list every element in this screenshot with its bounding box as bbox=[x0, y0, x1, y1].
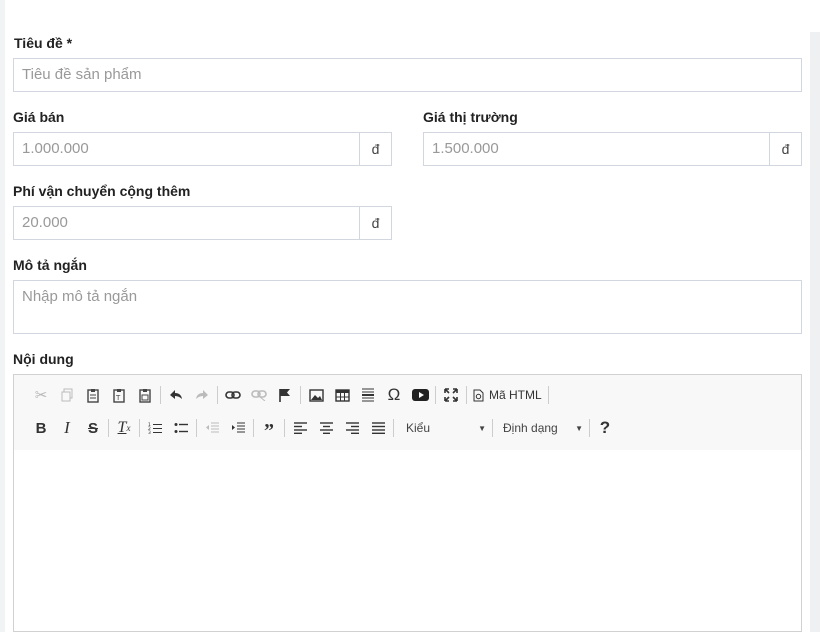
help-icon[interactable]: ? bbox=[592, 416, 618, 440]
indent-icon[interactable] bbox=[225, 416, 251, 440]
toolbar-row-1: ✂ T Ω Mã HTML bbox=[28, 383, 551, 407]
source-button[interactable]: Mã HTML bbox=[469, 383, 546, 407]
bulleted-list-icon[interactable] bbox=[168, 416, 194, 440]
editor-toolbar: ✂ T Ω Mã HTML B I S T x 1 2 3 ” Kiểu ▼ Đ… bbox=[14, 375, 801, 451]
maximize-icon[interactable] bbox=[438, 383, 464, 407]
link-icon[interactable] bbox=[220, 383, 246, 407]
market-price-input-group: 1.500.000 đ bbox=[423, 132, 802, 166]
toolbar-separator bbox=[253, 419, 254, 437]
toolbar-separator bbox=[435, 386, 436, 404]
align-left-icon[interactable] bbox=[287, 416, 313, 440]
unlink-icon[interactable] bbox=[246, 383, 272, 407]
toolbar-separator bbox=[108, 419, 109, 437]
image-icon[interactable] bbox=[303, 383, 329, 407]
align-right-icon[interactable] bbox=[339, 416, 365, 440]
price-input-group: 1.000.000 đ bbox=[13, 132, 392, 166]
shipping-input-group: 20.000 đ bbox=[13, 206, 392, 240]
cut-icon[interactable]: ✂ bbox=[28, 383, 54, 407]
toolbar-separator bbox=[160, 386, 161, 404]
toolbar-separator bbox=[139, 419, 140, 437]
toolbar-separator bbox=[393, 419, 394, 437]
styles-label: Kiểu bbox=[406, 421, 431, 435]
rich-text-editor: ✂ T Ω Mã HTML B I S T x 1 2 3 ” Kiểu ▼ Đ… bbox=[13, 374, 802, 632]
table-icon[interactable] bbox=[329, 383, 355, 407]
price-currency-addon: đ bbox=[359, 132, 392, 166]
title-input[interactable]: Tiêu đề sản phẩm bbox=[13, 58, 802, 92]
redo-icon[interactable] bbox=[189, 383, 215, 407]
toolbar-separator bbox=[300, 386, 301, 404]
copy-icon[interactable] bbox=[54, 383, 80, 407]
horizontal-line-icon[interactable] bbox=[355, 383, 381, 407]
remove-format-icon[interactable]: Tx bbox=[111, 416, 137, 440]
source-icon bbox=[473, 389, 484, 401]
outdent-icon[interactable] bbox=[199, 416, 225, 440]
scrollbar-track[interactable] bbox=[810, 32, 820, 632]
numbered-list-icon[interactable]: 123 bbox=[142, 416, 168, 440]
justify-icon[interactable] bbox=[365, 416, 391, 440]
toolbar-separator bbox=[466, 386, 467, 404]
undo-icon[interactable] bbox=[163, 383, 189, 407]
market-price-currency-addon: đ bbox=[769, 132, 802, 166]
toolbar-separator bbox=[196, 419, 197, 437]
toolbar-separator bbox=[217, 386, 218, 404]
format-label: Định dạng bbox=[503, 421, 558, 435]
special-char-icon[interactable]: Ω bbox=[381, 383, 407, 407]
source-label: Mã HTML bbox=[489, 388, 542, 402]
toolbar-separator bbox=[589, 419, 590, 437]
editor-content-area[interactable] bbox=[14, 450, 801, 631]
styles-combo[interactable]: Kiểu ▼ bbox=[396, 416, 490, 440]
title-label: Tiêu đề * bbox=[14, 35, 73, 51]
price-input[interactable]: 1.000.000 bbox=[13, 132, 359, 166]
shipping-currency-addon: đ bbox=[359, 206, 392, 240]
toolbar-separator bbox=[492, 419, 493, 437]
bold-icon[interactable]: B bbox=[28, 416, 54, 440]
svg-text:T: T bbox=[115, 394, 121, 402]
short-desc-label: Mô tả ngắn bbox=[13, 257, 87, 273]
toolbar-row-2: B I S Tx 123 ” Kiểu ▼ Định dạng ▼ ? bbox=[28, 416, 618, 442]
toolbar-separator bbox=[547, 386, 549, 404]
format-combo[interactable]: Định dạng ▼ bbox=[495, 416, 587, 440]
shipping-input[interactable]: 20.000 bbox=[13, 206, 359, 240]
youtube-icon[interactable] bbox=[407, 383, 433, 407]
dropdown-arrow-icon: ▼ bbox=[478, 423, 486, 433]
paste-text-icon[interactable]: T bbox=[106, 383, 132, 407]
content-label: Nội dung bbox=[13, 351, 74, 367]
toolbar-separator bbox=[284, 419, 285, 437]
italic-icon[interactable]: I bbox=[54, 416, 80, 440]
paste-icon[interactable] bbox=[80, 383, 106, 407]
short-desc-textarea[interactable]: Nhập mô tả ngắn bbox=[13, 280, 802, 334]
paste-word-icon[interactable] bbox=[132, 383, 158, 407]
market-price-input[interactable]: 1.500.000 bbox=[423, 132, 769, 166]
market-price-label: Giá thị trường bbox=[423, 109, 518, 125]
shipping-label: Phí vận chuyển cộng thêm bbox=[13, 183, 191, 199]
dropdown-arrow-icon: ▼ bbox=[575, 423, 583, 433]
svg-text:3: 3 bbox=[148, 430, 151, 434]
anchor-icon[interactable] bbox=[272, 383, 298, 407]
align-center-icon[interactable] bbox=[313, 416, 339, 440]
strike-icon[interactable]: S bbox=[80, 416, 106, 440]
price-label: Giá bán bbox=[13, 109, 65, 125]
blockquote-icon[interactable]: ” bbox=[256, 416, 282, 442]
